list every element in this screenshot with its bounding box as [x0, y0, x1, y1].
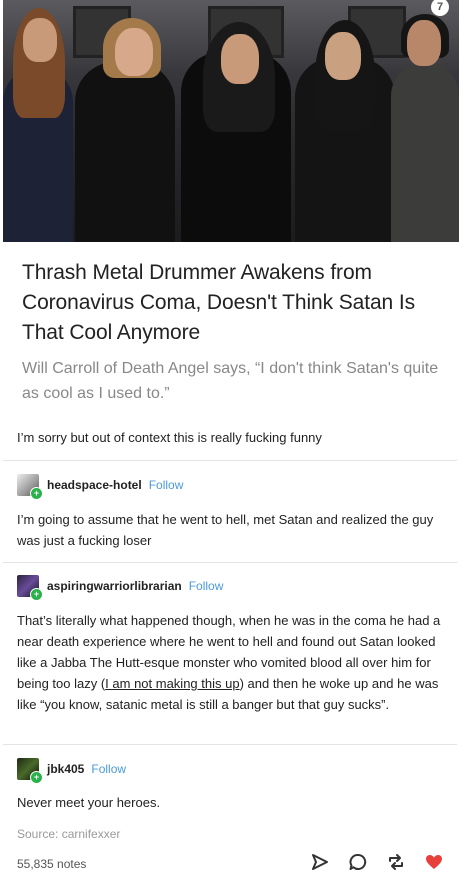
post-actions [310, 852, 444, 872]
article-subtitle: Will Carroll of Death Angel says, “I don… [22, 360, 439, 402]
article-card[interactable]: Thrash Metal Drummer Awakens from Corona… [22, 258, 442, 406]
share-icon[interactable] [310, 852, 330, 872]
post-source[interactable]: Source: carnifexxer [17, 827, 120, 841]
reblog-text: That’s literally what happened though, w… [17, 610, 442, 715]
follow-plus-icon[interactable]: + [30, 487, 43, 500]
article-title[interactable]: Thrash Metal Drummer Awakens from Corona… [22, 258, 442, 348]
avatar[interactable]: + [17, 575, 43, 601]
divider [3, 744, 457, 745]
reblog-icon[interactable] [386, 852, 406, 872]
person-face [115, 28, 153, 76]
divider [3, 460, 457, 461]
username[interactable]: aspiringwarriorlibrarian [47, 579, 182, 593]
reblog-text: I’m going to assume that he went to hell… [17, 512, 434, 548]
reply-icon[interactable] [348, 852, 368, 872]
username[interactable]: jbk405 [47, 762, 84, 776]
avatar[interactable]: + [17, 474, 43, 500]
divider [3, 562, 457, 563]
reblog-header: + aspiringwarriorlibrarian Follow [17, 575, 224, 601]
like-icon[interactable] [424, 852, 444, 872]
person-silhouette [391, 62, 459, 242]
person-silhouette [75, 62, 175, 242]
person-face [221, 34, 259, 84]
reblog-header: + headspace-hotel Follow [17, 474, 184, 500]
person-face [325, 32, 361, 80]
reblog-header: + jbk405 Follow [17, 758, 126, 784]
reblog-link[interactable]: I am not making this up [105, 676, 239, 691]
person-face [23, 18, 57, 62]
avatar[interactable]: + [17, 758, 43, 784]
follow-button[interactable]: Follow [189, 579, 224, 593]
follow-button[interactable]: Follow [149, 478, 184, 492]
username[interactable]: headspace-hotel [47, 478, 142, 492]
person-face [407, 20, 441, 66]
follow-plus-icon[interactable]: + [30, 588, 43, 601]
op-comment: I’m sorry but out of context this is rea… [17, 430, 322, 445]
notes-count[interactable]: 55,835 notes [17, 857, 86, 871]
reblog-text: Never meet your heroes. [17, 795, 161, 810]
follow-plus-icon[interactable]: + [30, 771, 43, 784]
article-photo[interactable]: 7 [3, 0, 459, 242]
follow-button[interactable]: Follow [91, 762, 126, 776]
